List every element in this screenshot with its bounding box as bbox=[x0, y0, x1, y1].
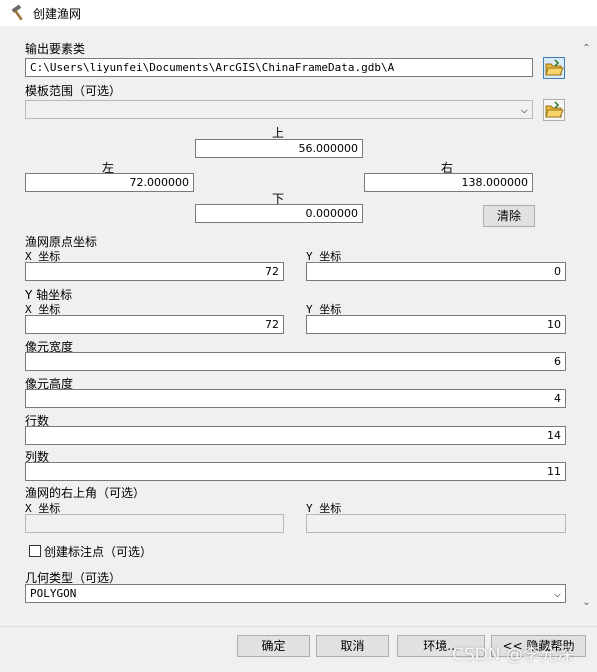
watermark: CSDN @李允深 bbox=[452, 645, 574, 665]
form-panel: 输出要素类 C:\Users\liyunfei\Documents\ArcGIS… bbox=[6, 28, 574, 624]
extent-bottom-input[interactable]: 0.000000 bbox=[195, 204, 363, 223]
template-combo[interactable]: ⌵ bbox=[25, 100, 533, 119]
extent-right-input[interactable]: 138.000000 bbox=[364, 173, 533, 192]
title-bar: 创建渔网 bbox=[0, 0, 597, 26]
scroll-down-icon[interactable]: ⌄ bbox=[578, 594, 595, 611]
template-browse-button[interactable] bbox=[543, 99, 565, 121]
corner-label: 渔网的右上角（可选） bbox=[25, 486, 146, 500]
cols-input[interactable]: 11 bbox=[25, 462, 566, 481]
vertical-scrollbar[interactable]: ⌃ ⌄ bbox=[578, 28, 595, 625]
window-title: 创建渔网 bbox=[33, 7, 82, 21]
geometry-value: POLYGON bbox=[30, 587, 77, 600]
yaxis-x-input[interactable]: 72 bbox=[25, 315, 284, 334]
output-path-input[interactable]: C:\Users\liyunfei\Documents\ArcGIS\China… bbox=[25, 58, 533, 77]
chevron-down-icon: ⌵ bbox=[520, 102, 528, 116]
geometry-combo[interactable]: POLYGON ⌵ bbox=[25, 584, 566, 603]
clear-button[interactable]: 清除 bbox=[483, 205, 535, 227]
origin-x-input[interactable]: 72 bbox=[25, 262, 284, 281]
rows-input[interactable]: 14 bbox=[25, 426, 566, 445]
output-label: 输出要素类 bbox=[25, 42, 86, 56]
label-points-checkbox[interactable] bbox=[29, 545, 41, 557]
folder-open-icon bbox=[545, 101, 564, 118]
label-points-label: 创建标注点（可选） bbox=[44, 545, 153, 559]
cancel-button[interactable]: 取消 bbox=[316, 635, 389, 657]
corner-x-input[interactable] bbox=[25, 514, 284, 533]
yaxis-y-input[interactable]: 10 bbox=[306, 315, 566, 334]
extent-top-input[interactable]: 56.000000 bbox=[195, 139, 363, 158]
corner-y-input[interactable] bbox=[306, 514, 566, 533]
ok-button[interactable]: 确定 bbox=[237, 635, 310, 657]
hammer-icon bbox=[11, 4, 23, 21]
folder-open-icon bbox=[545, 59, 564, 76]
scroll-up-icon[interactable]: ⌃ bbox=[578, 40, 595, 57]
cell-height-input[interactable]: 4 bbox=[25, 389, 566, 408]
chevron-down-icon: ⌵ bbox=[553, 586, 561, 600]
extent-left-input[interactable]: 72.000000 bbox=[25, 173, 194, 192]
origin-y-input[interactable]: 0 bbox=[306, 262, 566, 281]
output-browse-button[interactable] bbox=[543, 57, 565, 79]
template-label: 模板范围（可选） bbox=[25, 84, 122, 98]
cell-width-input[interactable]: 6 bbox=[25, 352, 566, 371]
